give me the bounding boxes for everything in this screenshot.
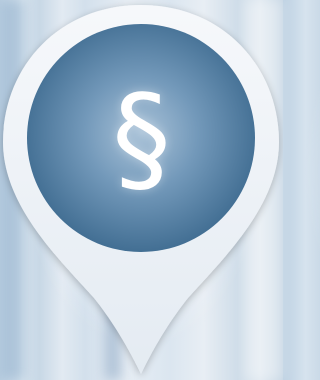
section-sign-icon: §	[112, 69, 171, 207]
